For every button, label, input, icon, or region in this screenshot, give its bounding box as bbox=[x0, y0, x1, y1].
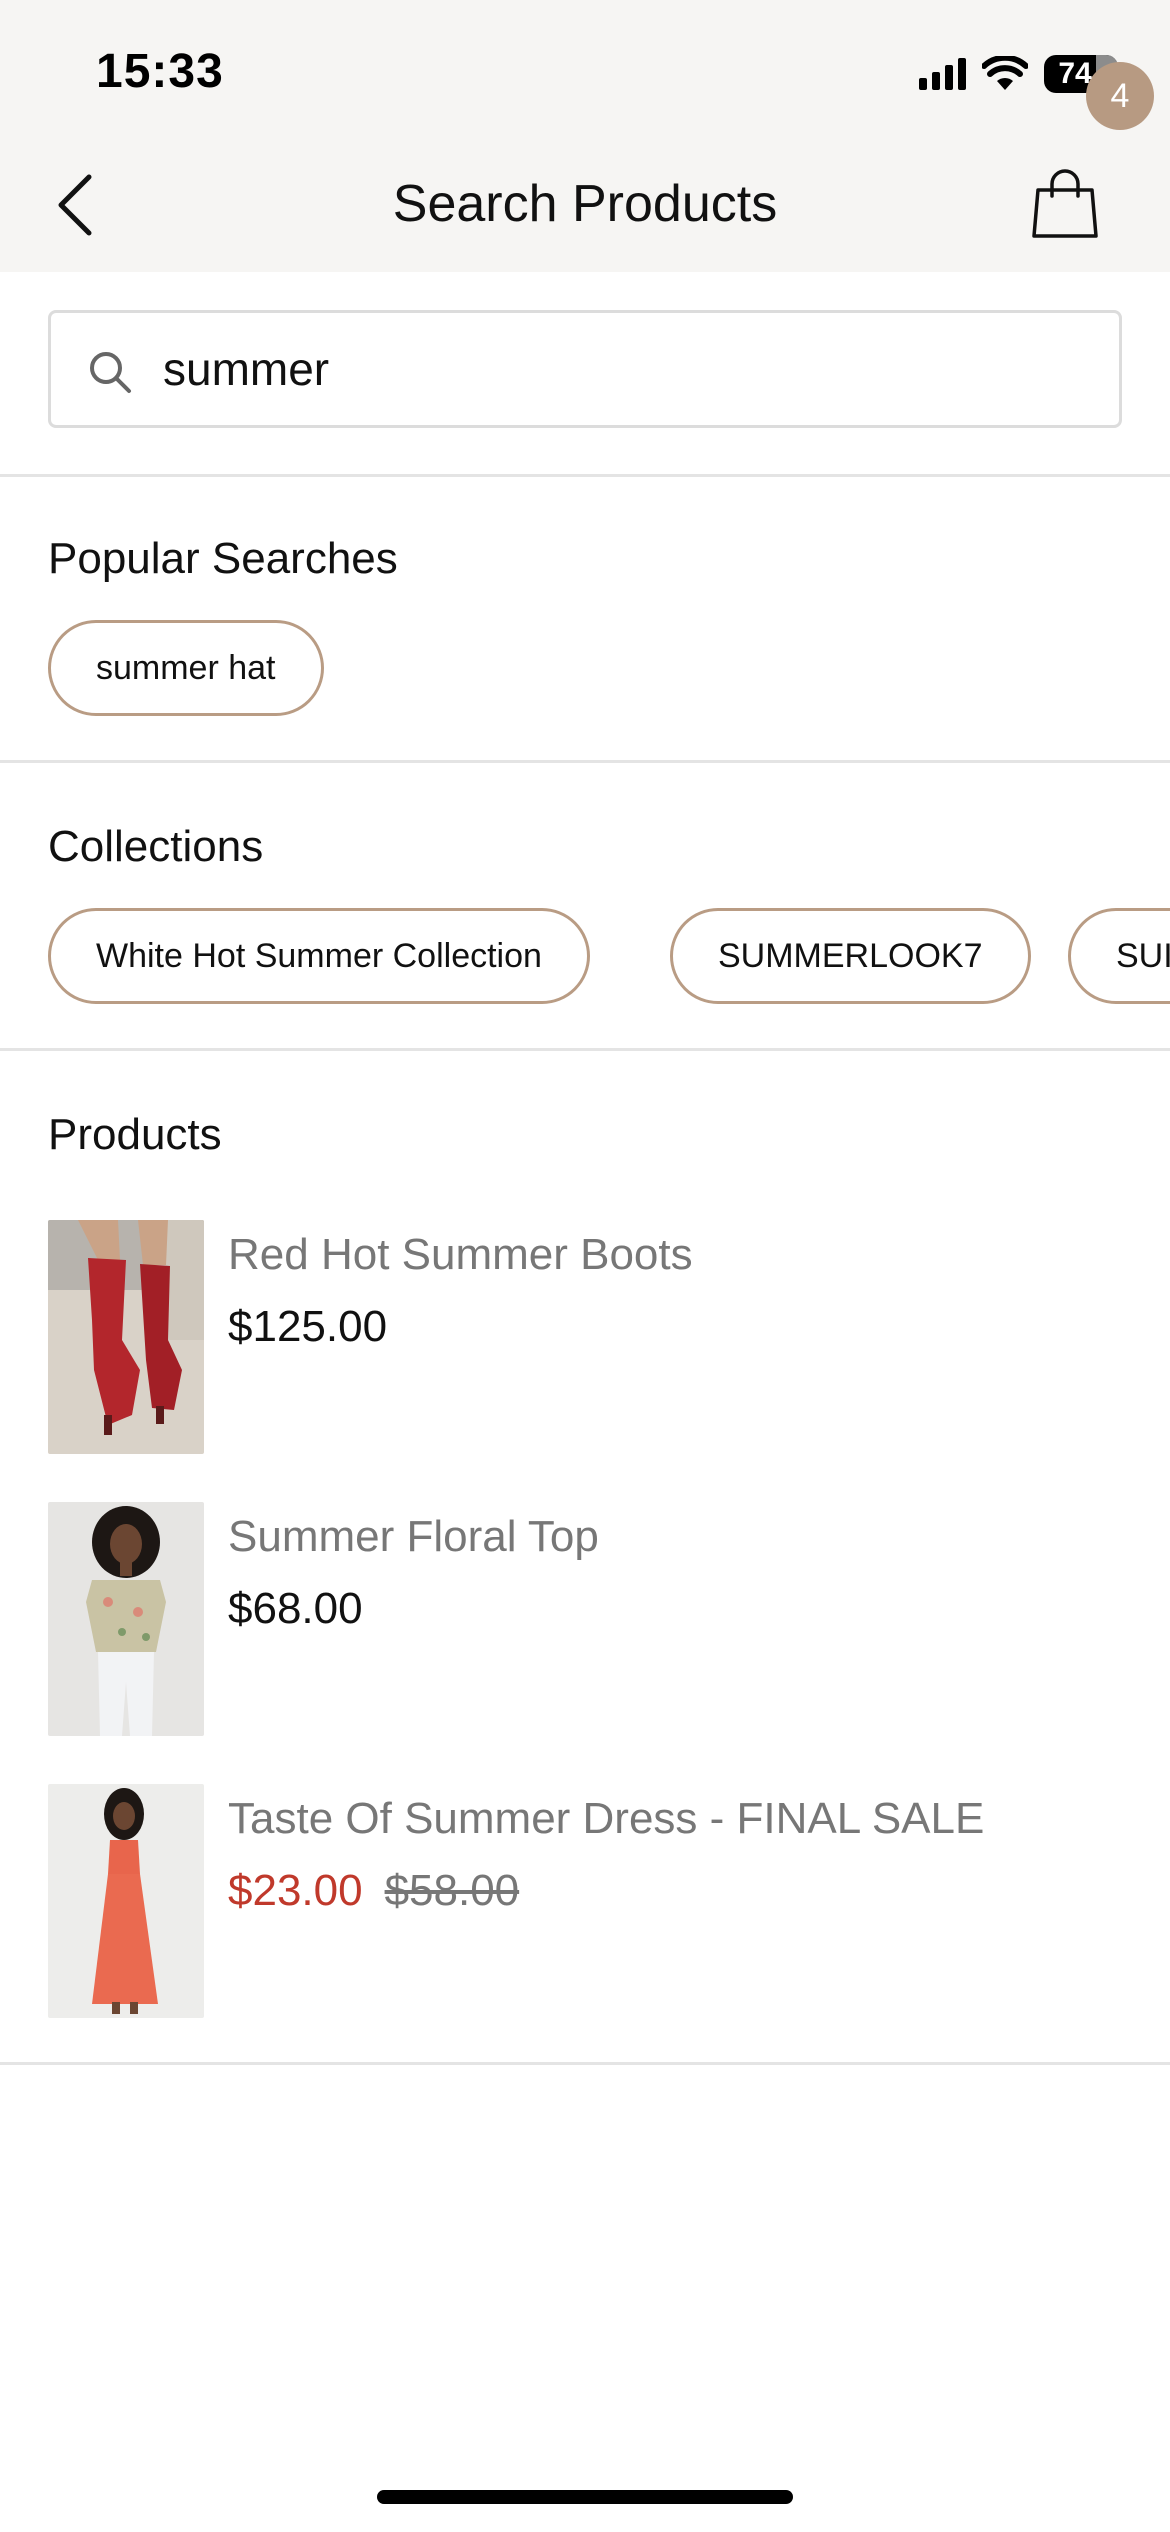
collection-chip[interactable]: White Hot Summer Collection bbox=[48, 908, 590, 1004]
top-area: 15:33 74 Search Products 4 bbox=[0, 0, 1170, 272]
popular-search-chip[interactable]: summer hat bbox=[48, 620, 324, 716]
product-image bbox=[48, 1784, 204, 2018]
collections-list: White Hot Summer Collection SUMMERLOOK7 … bbox=[0, 908, 1170, 1008]
product-sale-price: $23.00 bbox=[228, 1866, 363, 1915]
search-icon bbox=[90, 352, 131, 393]
divider bbox=[0, 760, 1170, 763]
popular-searches-list: summer hat bbox=[48, 620, 448, 720]
product-image bbox=[48, 1220, 204, 1454]
product-price: $68.00 bbox=[228, 1584, 363, 1633]
product-name: Summer Floral Top bbox=[228, 1512, 599, 1561]
products-title: Products bbox=[48, 1110, 222, 1159]
collection-chip[interactable]: SUMMERLOOK7 bbox=[670, 908, 1031, 1004]
shopping-bag-icon bbox=[1032, 169, 1098, 238]
divider bbox=[0, 474, 1170, 477]
collections-title: Collections bbox=[48, 822, 264, 871]
product-image bbox=[48, 1502, 204, 1736]
divider bbox=[0, 2062, 1170, 2065]
signal-icon bbox=[919, 58, 966, 90]
wifi-icon bbox=[982, 56, 1028, 90]
cart-count-badge: 4 bbox=[1086, 62, 1154, 130]
product-original-price: $58.00 bbox=[384, 1866, 520, 1915]
collection-chip[interactable]: SUI bbox=[1068, 908, 1170, 1004]
home-indicator bbox=[377, 2490, 793, 2504]
product-price: $23.00 $58.00 bbox=[228, 1866, 519, 1916]
divider bbox=[0, 1048, 1170, 1051]
nav-bar: Search Products bbox=[0, 140, 1170, 272]
page-title: Search Products bbox=[392, 175, 778, 233]
product-item[interactable]: Taste Of Summer Dress - FINAL SALE $23.0… bbox=[48, 1784, 1122, 2018]
search-input[interactable] bbox=[163, 313, 1063, 425]
battery-level: 74 bbox=[1058, 57, 1092, 90]
product-item[interactable]: Red Hot Summer Boots $125.00 bbox=[48, 1220, 1122, 1454]
popular-searches-title: Popular Searches bbox=[48, 534, 398, 583]
status-icons: 74 bbox=[919, 52, 1126, 96]
product-name: Red Hot Summer Boots bbox=[228, 1230, 693, 1279]
product-price: $125.00 bbox=[228, 1302, 388, 1351]
status-time: 15:33 bbox=[96, 45, 224, 98]
status-bar: 15:33 74 bbox=[0, 0, 1170, 140]
product-name: Taste Of Summer Dress - FINAL SALE bbox=[228, 1794, 985, 1843]
search-box[interactable] bbox=[48, 310, 1122, 428]
product-item[interactable]: Summer Floral Top $68.00 bbox=[48, 1502, 1122, 1736]
cart-button[interactable] bbox=[1030, 166, 1110, 246]
